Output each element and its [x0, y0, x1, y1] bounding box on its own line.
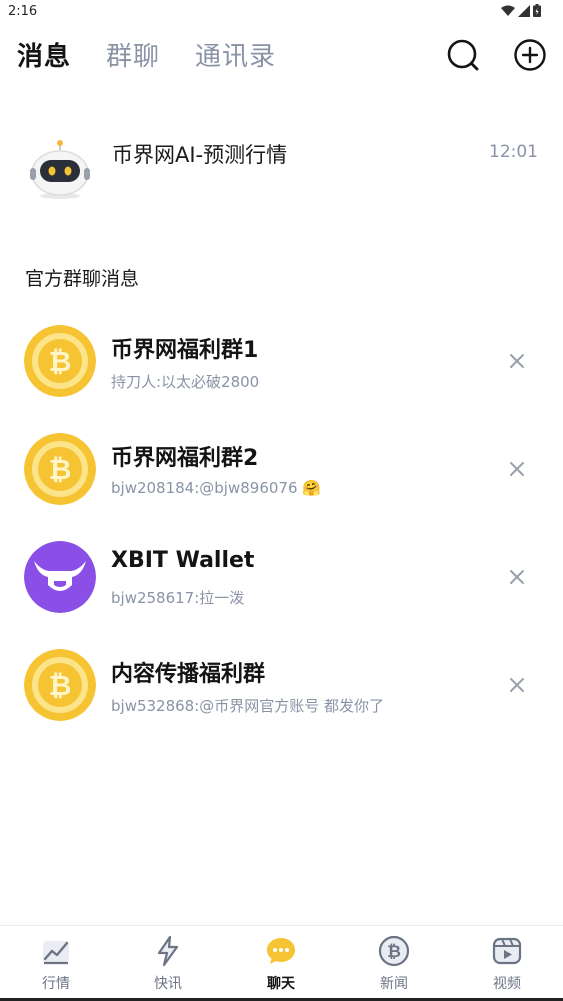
- header: 消息 群聊 通讯录: [0, 30, 563, 80]
- ai-chat-title: 币界网AI-预测行情: [112, 143, 288, 167]
- svg-text:₿: ₿: [49, 453, 72, 486]
- section-title: 官方群聊消息: [25, 268, 140, 290]
- ai-chat-row[interactable]: 币界网AI-预测行情 12:01: [0, 120, 563, 206]
- xbit-bull-avatar-icon: [24, 541, 96, 613]
- group-preview: bjw208184:@bjw896076 🤗: [111, 479, 321, 497]
- tab-contacts[interactable]: 通讯录: [195, 36, 276, 73]
- add-button[interactable]: [513, 38, 547, 72]
- tabbar-label: 视频: [493, 976, 521, 992]
- status-time: 2:16: [8, 4, 38, 19]
- tabbar-label: 快讯: [154, 976, 182, 992]
- video-icon: [492, 937, 522, 965]
- bottom-tabbar: 行情 快讯 聊天 ₿ 新闻 视频: [0, 925, 563, 1001]
- group-preview: bjw258617:拉一泼: [111, 589, 245, 607]
- group-row[interactable]: ₿ 内容传播福利群 bjw532868:@币界网官方账号 都发你了: [0, 640, 563, 748]
- tabbar-label: 行情: [42, 976, 70, 992]
- tabbar-item-chat[interactable]: 聊天: [225, 926, 337, 1001]
- group-preview: 持刀人:以太必破2800: [111, 373, 260, 391]
- chat-bubble-icon: [267, 938, 295, 964]
- bitcoin-coin-avatar-icon: ₿: [24, 433, 96, 505]
- tabbar-item-market[interactable]: 行情: [0, 926, 112, 1001]
- status-bar: 2:16: [0, 0, 563, 24]
- tab-groups[interactable]: 群聊: [106, 36, 160, 73]
- group-row[interactable]: ₿ 币界网福利群1 持刀人:以太必破2800: [0, 316, 563, 424]
- tab-messages[interactable]: 消息: [17, 36, 71, 73]
- bitcoin-news-icon: ₿: [378, 935, 410, 967]
- tabbar-item-flash[interactable]: 快讯: [112, 926, 224, 1001]
- close-icon[interactable]: [507, 567, 527, 587]
- svg-text:₿: ₿: [49, 345, 72, 378]
- group-name: 币界网福利群1: [111, 338, 259, 363]
- group-name: 币界网福利群2: [111, 446, 259, 471]
- close-icon[interactable]: [507, 351, 527, 371]
- group-name: XBIT Wallet: [111, 548, 255, 573]
- tabbar-item-news[interactable]: ₿ 新闻: [338, 926, 450, 1001]
- search-button[interactable]: [446, 38, 480, 72]
- signal-icon: [518, 4, 530, 17]
- ai-chat-time: 12:01: [489, 142, 538, 162]
- search-icon: [447, 39, 479, 71]
- tabbar-label: 新闻: [380, 976, 408, 992]
- battery-icon: [533, 4, 541, 17]
- close-icon[interactable]: [507, 459, 527, 479]
- bitcoin-coin-avatar-icon: ₿: [24, 325, 96, 397]
- tabbar-item-video[interactable]: 视频: [451, 926, 563, 1001]
- wifi-icon: [501, 5, 515, 16]
- lightning-icon: [157, 935, 179, 967]
- add-circle-icon: [514, 39, 546, 71]
- group-list: ₿ 币界网福利群1 持刀人:以太必破2800 ₿ 币界网福利群2 bjw2081…: [0, 316, 563, 748]
- svg-text:₿: ₿: [49, 669, 72, 702]
- bitcoin-coin-avatar-icon: ₿: [24, 649, 96, 721]
- chart-icon: [43, 941, 69, 965]
- group-name: 内容传播福利群: [111, 662, 266, 687]
- group-row[interactable]: ₿ 币界网福利群2 bjw208184:@bjw896076 🤗: [0, 424, 563, 532]
- robot-avatar-icon: [30, 140, 90, 199]
- svg-text:₿: ₿: [387, 942, 401, 962]
- close-icon[interactable]: [507, 675, 527, 695]
- group-preview: bjw532868:@币界网官方账号 都发你了: [111, 697, 385, 715]
- tabbar-label: 聊天: [267, 976, 295, 992]
- status-icons: [501, 4, 541, 17]
- group-row[interactable]: XBIT Wallet bjw258617:拉一泼: [0, 532, 563, 640]
